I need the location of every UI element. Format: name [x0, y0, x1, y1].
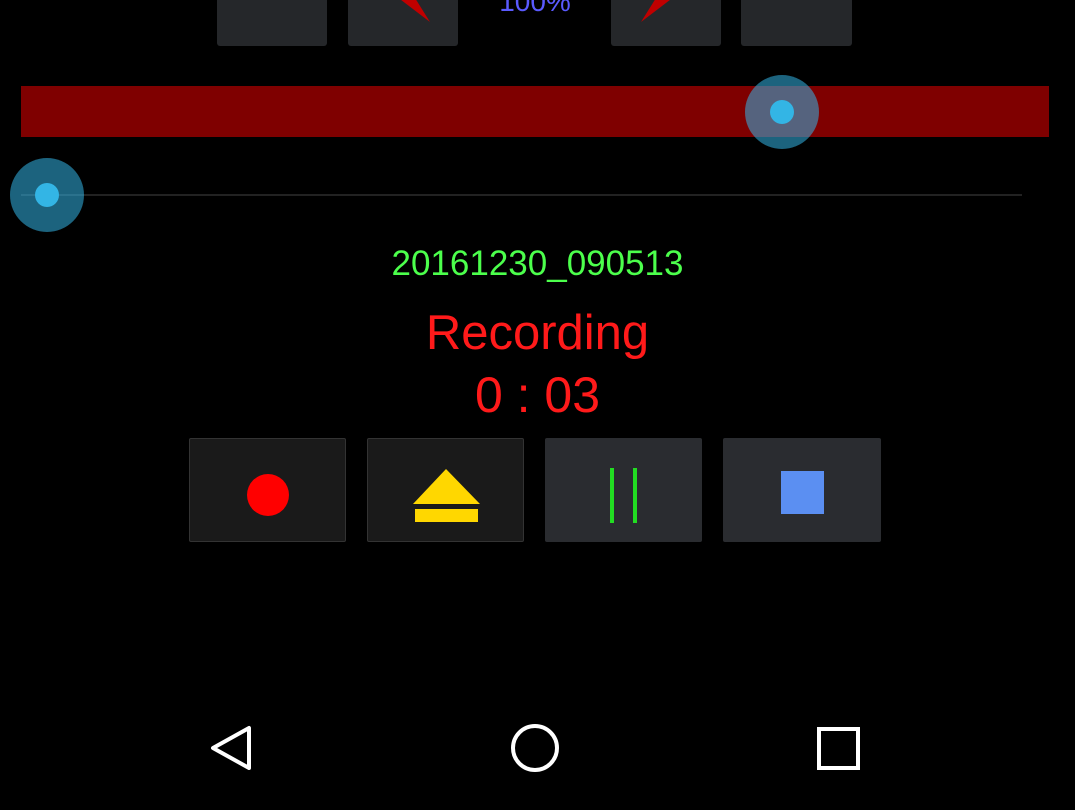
- stop-button[interactable]: [723, 438, 881, 542]
- gain-slider-track[interactable]: [21, 86, 1049, 137]
- gain-slider-thumb[interactable]: [744, 75, 819, 149]
- fast-forward-button[interactable]: [611, 0, 721, 46]
- filename: 20161230_090513: [391, 244, 684, 283]
- record-icon: [247, 474, 289, 516]
- rewind-button[interactable]: [348, 0, 458, 46]
- needle-icon: [401, 0, 430, 22]
- back-icon[interactable]: [205, 722, 259, 776]
- pause-button[interactable]: [545, 438, 702, 542]
- position-slider-thumb[interactable]: [10, 158, 84, 232]
- level-label: 100%: [499, 0, 571, 17]
- needle-icon: [641, 0, 670, 22]
- pause-icon: [610, 468, 637, 523]
- home-icon[interactable]: [508, 721, 562, 775]
- position-slider-track[interactable]: [21, 194, 1022, 196]
- record-button[interactable]: [189, 438, 346, 542]
- play-button[interactable]: [367, 438, 524, 542]
- elapsed-time: 0 : 03: [474, 367, 601, 423]
- volume-down-button[interactable]: [217, 0, 327, 46]
- stop-icon: [781, 471, 824, 514]
- recents-icon[interactable]: [814, 724, 864, 774]
- eject-icon: [413, 469, 480, 522]
- volume-up-button[interactable]: [741, 0, 852, 46]
- recording-status: Recording: [425, 306, 650, 360]
